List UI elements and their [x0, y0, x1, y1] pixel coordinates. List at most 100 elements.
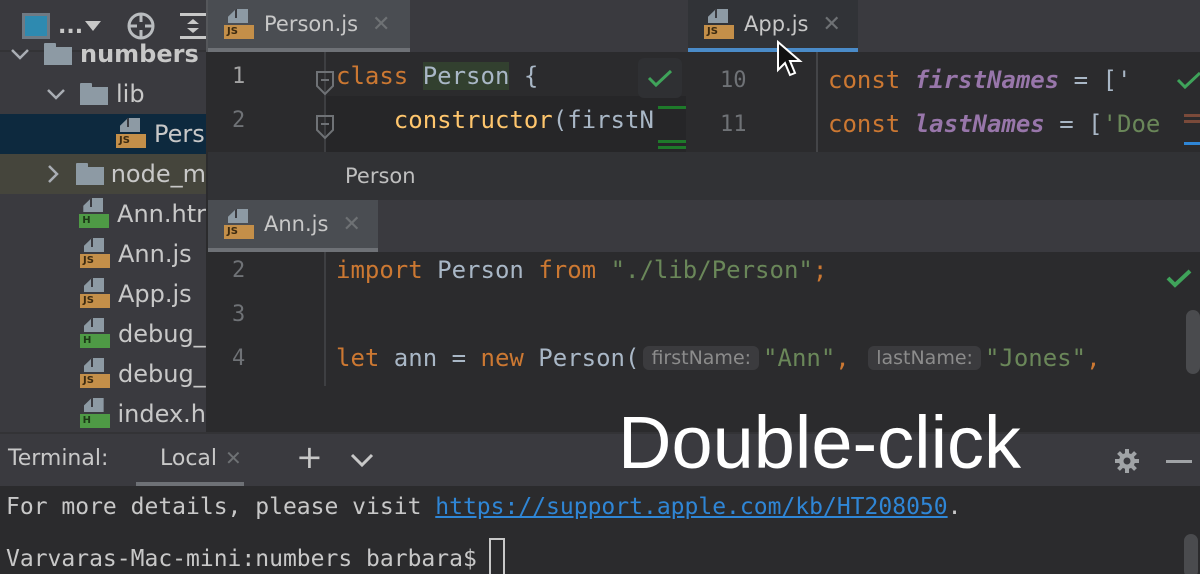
breadcrumb-item[interactable]: Person [345, 164, 416, 188]
terminal-title: Terminal: [8, 446, 109, 471]
js-file-icon: JS [80, 358, 110, 390]
tree-item-label: App.js [118, 280, 192, 308]
html-file-icon: H [79, 398, 110, 430]
terminal-output[interactable]: For more details, please visit https://s… [0, 486, 1200, 574]
editor-tabbar-left: JS Person.js ✕ [208, 0, 686, 52]
terminal-link[interactable]: https://support.apple.com/kb/HT208050 [435, 494, 947, 520]
editor-pane-ann-js[interactable]: 2 3 4 import Person from "./lib/Person";… [208, 252, 1200, 386]
parameter-hint: firstName: [643, 346, 760, 370]
tree-item-label: numbers [80, 40, 199, 68]
folder-icon [44, 43, 72, 65]
line-number: 2 [232, 258, 246, 283]
code-line: constructor(firstN [393, 106, 654, 134]
close-icon[interactable]: ✕ [372, 12, 390, 37]
error-stripe-mark [658, 146, 686, 149]
tree-item[interactable]: JS App.js [0, 274, 206, 314]
tree-item[interactable]: node_m [0, 154, 206, 194]
parameter-hint: lastName: [868, 346, 981, 370]
tab-label: Local [160, 445, 218, 471]
js-file-icon: JS [224, 209, 254, 241]
inspection-widget[interactable] [638, 58, 682, 98]
tab-person-js[interactable]: JS Person.js ✕ [208, 0, 410, 52]
check-icon[interactable] [1176, 70, 1200, 90]
tree-item-label: Ann.js [118, 240, 192, 268]
editor-pane-person-js[interactable]: 1 2 class Person { constructor(firstN [208, 52, 686, 152]
terminal-cursor [488, 538, 505, 574]
tree-item[interactable]: Hindex.h [0, 394, 206, 432]
overlay-caption: Double-click [618, 401, 1022, 484]
error-stripe-mark [1184, 114, 1200, 117]
code-line: import Person from "./lib/Person"; [336, 256, 828, 284]
minimize-button[interactable] [1166, 460, 1192, 463]
tree-item[interactable]: H Ann.htr [0, 194, 206, 234]
js-file-icon: JS [80, 278, 110, 310]
project-tool-window: ... numbers lib JS Pers node_m H Ann.htr JS Ann.… [0, 0, 208, 432]
tree-item-label: Pers [154, 120, 205, 148]
chevron-down-icon[interactable] [44, 82, 68, 106]
code-line: let ann = new Person(firstName: "Ann", la… [336, 344, 1101, 372]
tab-app-js[interactable]: JS App.js ✕ [688, 0, 858, 52]
error-stripe-mark [1184, 120, 1200, 123]
editor-split-top: JS Person.js ✕ JS App.js ✕ 1 2 class Per… [208, 0, 1200, 152]
close-icon[interactable]: ✕ [342, 212, 360, 237]
tree-item[interactable]: JS debug_ [0, 354, 206, 394]
chevron-right-icon[interactable] [42, 162, 65, 186]
line-number: 11 [720, 112, 747, 137]
tab-ann-js[interactable]: JS Ann.js ✕ [208, 200, 378, 252]
fold-icon[interactable] [315, 70, 335, 96]
code-line: const firstNames = [' [828, 66, 1132, 94]
close-icon[interactable]: ✕ [822, 12, 840, 37]
tree-item-label: debug_ [118, 320, 206, 348]
html-file-icon: H [80, 318, 110, 350]
code-line: class Person { [336, 62, 539, 90]
tree-item[interactable]: JS Ann.js [0, 234, 206, 274]
html-file-icon: H [79, 198, 110, 230]
fold-icon[interactable] [315, 114, 335, 140]
tree-item[interactable]: numbers [0, 34, 206, 74]
tree-item-label: Ann.htr [117, 200, 206, 228]
chevron-down-icon[interactable] [8, 42, 32, 66]
tab-label: Person.js [264, 12, 359, 36]
check-icon[interactable] [1166, 268, 1192, 288]
terminal-scrollbar-thumb[interactable] [1184, 534, 1198, 574]
editor-pane-app-js[interactable]: 10 11 const firstNames = [' const lastNa… [694, 52, 1200, 152]
terminal-tab-local[interactable]: Local ✕ [136, 434, 244, 486]
tree-item-label: node_m [110, 160, 206, 188]
editor-tabbar-bottom: JS Ann.js ✕ [208, 200, 1200, 252]
tree-item-label: index.h [117, 400, 207, 428]
gear-icon[interactable] [1114, 448, 1140, 474]
line-number: 3 [232, 302, 246, 327]
tree-item[interactable]: Hdebug_ [0, 314, 206, 354]
mouse-cursor-icon [777, 40, 803, 77]
tree-item[interactable]: JS Pers [0, 114, 206, 154]
close-icon[interactable]: ✕ [225, 446, 242, 470]
js-file-icon: JS [704, 9, 734, 41]
js-file-icon: JS [224, 9, 254, 41]
error-stripe-mark [658, 140, 686, 143]
line-number: 10 [720, 68, 747, 93]
line-number: 4 [232, 346, 246, 371]
folder-icon [76, 163, 104, 185]
folder-icon [80, 83, 108, 105]
line-number: 2 [232, 108, 246, 133]
editor-scrollbar-thumb[interactable] [1186, 310, 1200, 374]
breadcrumb: Person [208, 152, 1200, 200]
error-stripe-mark [1184, 142, 1200, 145]
js-file-icon: JS [116, 118, 146, 150]
tab-label: Ann.js [264, 212, 329, 236]
line-number: 1 [232, 64, 246, 89]
tab-label: App.js [744, 12, 809, 36]
tree-item-label: debug_ [118, 360, 206, 388]
editor-tabbar-right: JS App.js ✕ [686, 0, 1200, 52]
tree-item[interactable]: lib [0, 74, 206, 114]
split-divider[interactable] [686, 52, 694, 152]
js-file-icon: JS [80, 238, 110, 270]
terminal-prompt: Varvaras-Mac-mini:numbers barbara$ [6, 538, 505, 574]
dropdown-icon [85, 21, 102, 31]
chevron-down-icon[interactable] [350, 452, 374, 468]
error-stripe-mark [658, 106, 686, 109]
check-icon [647, 69, 673, 88]
editor-split-bottom: JS Ann.js ✕ 2 3 4 import Person from "./… [208, 200, 1200, 432]
terminal-line: For more details, please visit https://s… [6, 494, 962, 520]
add-terminal-button[interactable]: + [296, 438, 323, 476]
